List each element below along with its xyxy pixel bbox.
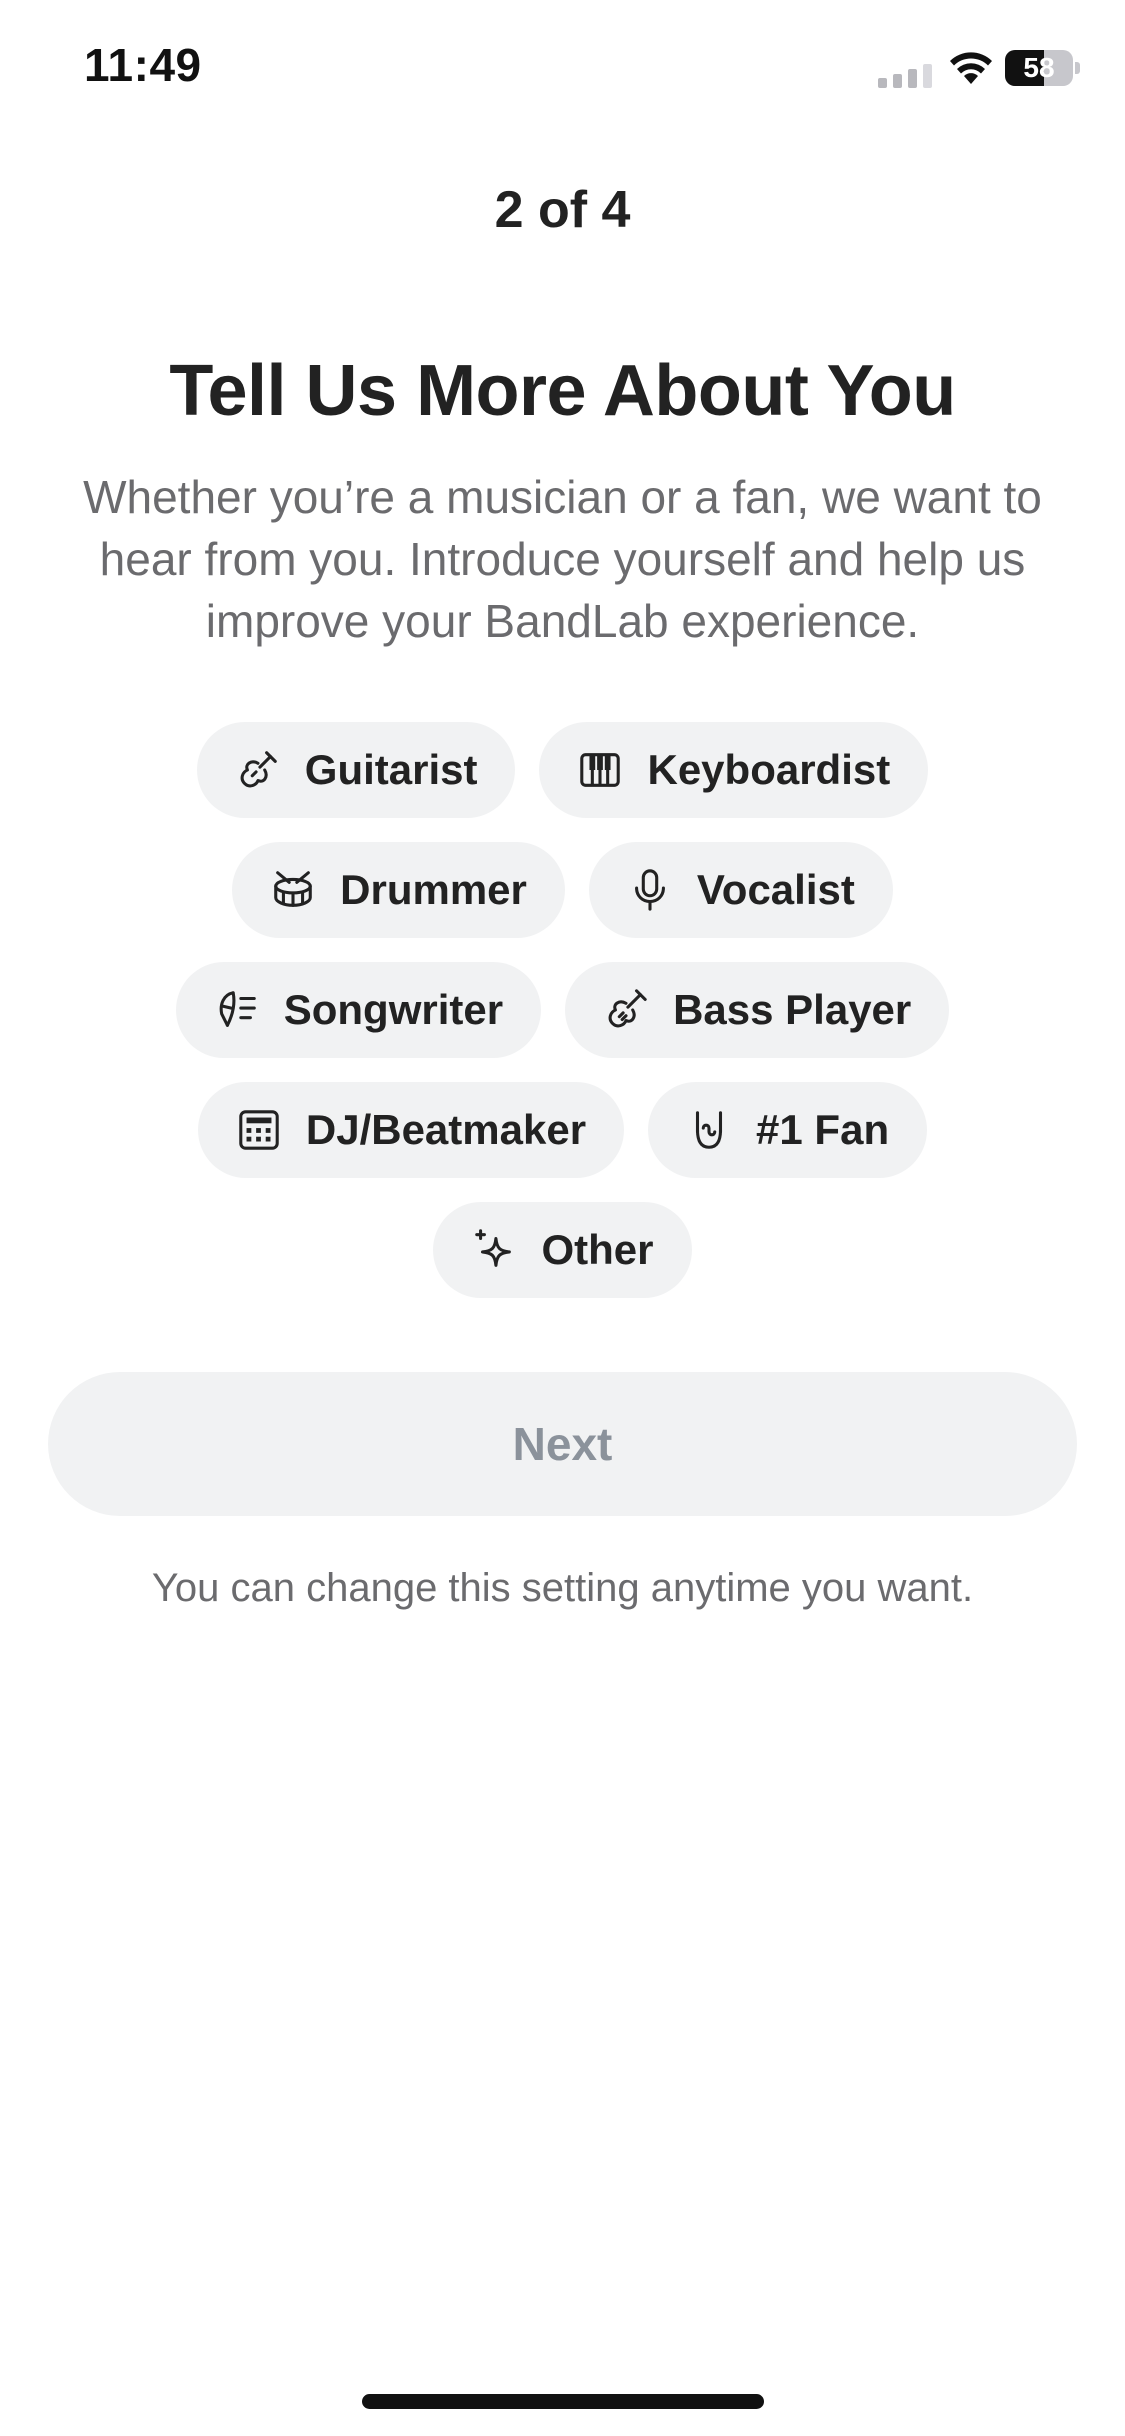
option-vocalist[interactable]: Vocalist [588, 842, 893, 938]
battery-percentage: 58 [1023, 52, 1055, 83]
feather-quill-icon [212, 985, 262, 1035]
battery-icon: 58 [1005, 50, 1081, 86]
next-button[interactable]: Next [48, 1372, 1077, 1516]
option-label: Guitarist [304, 746, 478, 793]
cellular-signal-icon [878, 64, 932, 88]
status-bar: 11:49 58 [0, 0, 1125, 140]
option-label: Keyboardist [647, 746, 891, 793]
guitar-icon [233, 745, 283, 795]
wifi-icon [950, 52, 992, 84]
microphone-icon [625, 865, 675, 915]
option-fan[interactable]: #1 Fan [648, 1082, 928, 1178]
bass-guitar-icon [601, 985, 651, 1035]
piano-keys-icon [575, 745, 625, 795]
home-indicator [362, 2394, 764, 2409]
option-dj-beatmaker[interactable]: DJ/Beatmaker [197, 1082, 625, 1178]
option-bass-player[interactable]: Bass Player [565, 962, 950, 1058]
page-subtitle: Whether you’re a musician or a fan, we w… [83, 471, 1042, 647]
option-drummer[interactable]: Drummer [232, 842, 565, 938]
option-label: Bass Player [673, 986, 912, 1033]
status-time: 11:49 [84, 39, 202, 91]
option-keyboardist[interactable]: Keyboardist [539, 722, 929, 818]
option-label: #1 Fan [756, 1106, 890, 1153]
option-label: Songwriter [283, 986, 504, 1033]
role-options: Guitarist Keyboardist Drummer Vocalist S… [0, 722, 1125, 1322]
rock-hand-icon [684, 1105, 734, 1155]
option-other[interactable]: Other [433, 1202, 692, 1298]
drum-machine-icon [234, 1105, 284, 1155]
option-label: DJ/Beatmaker [305, 1106, 587, 1153]
settings-note: You can change this setting anytime you … [151, 1566, 974, 1610]
option-label: Vocalist [696, 866, 855, 913]
drum-icon [268, 865, 318, 915]
sparkle-icon [469, 1225, 519, 1275]
page-title: Tell Us More About You [169, 351, 956, 431]
option-label: Other [541, 1226, 654, 1273]
step-indicator: 2 of 4 [494, 181, 631, 239]
option-songwriter[interactable]: Songwriter [175, 962, 542, 1058]
option-guitarist[interactable]: Guitarist [196, 722, 516, 818]
next-button-label: Next [512, 1418, 613, 1470]
option-label: Drummer [340, 866, 527, 913]
